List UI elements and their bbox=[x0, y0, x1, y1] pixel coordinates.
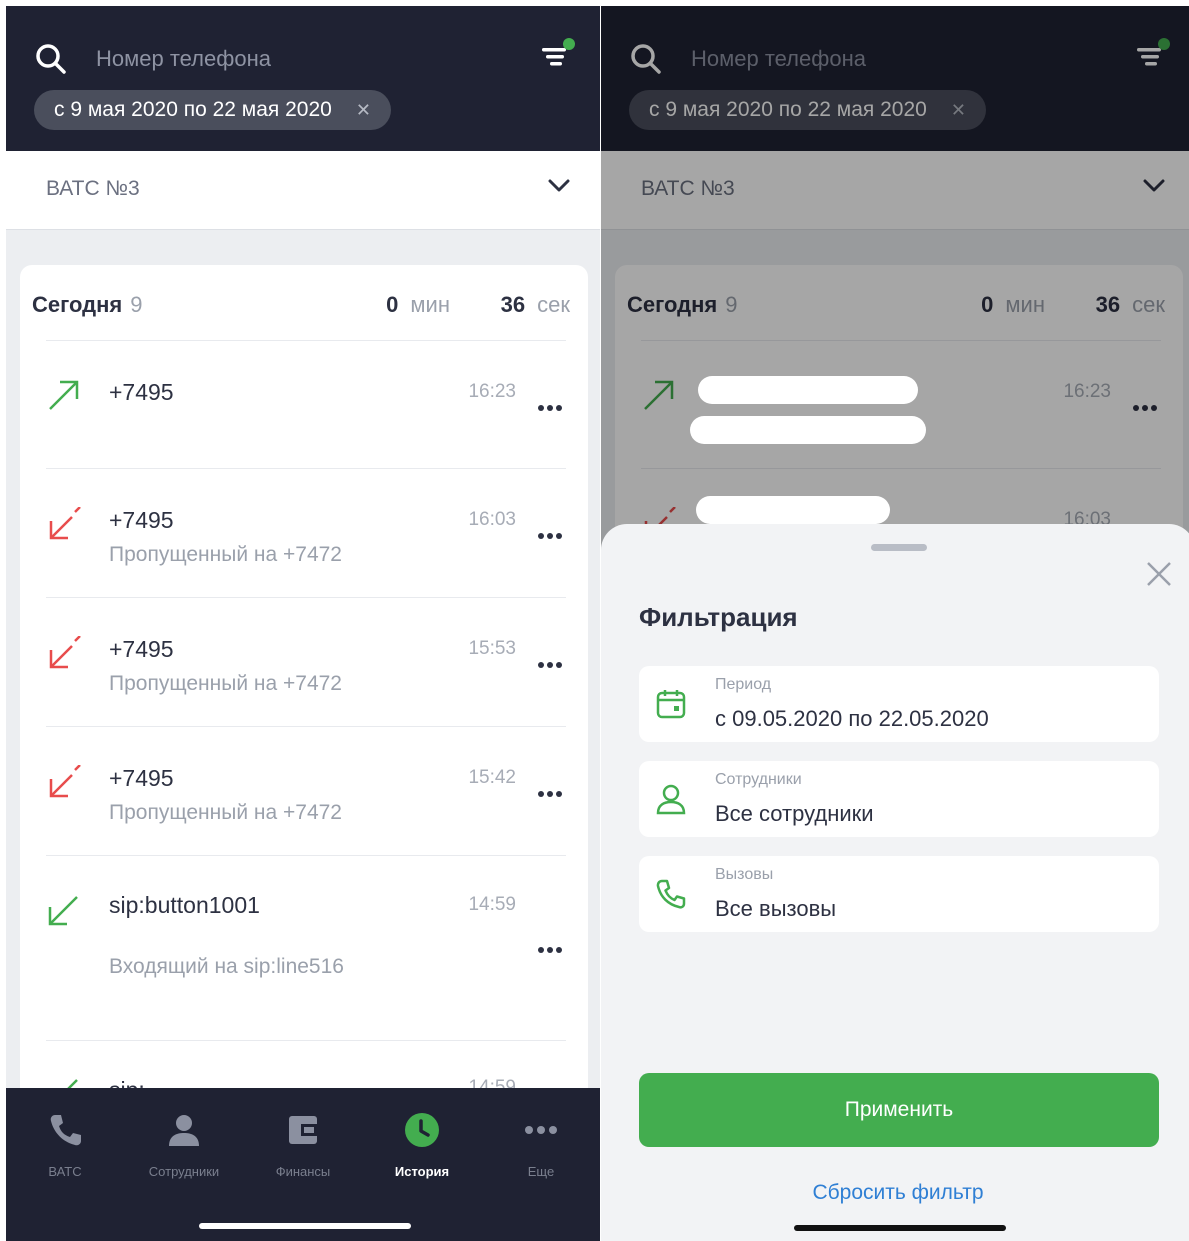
filter-sheet: Фильтрация Период с 09.05.2020 по 22.05.… bbox=[601, 524, 1189, 1241]
pbx-selector-label: ВАТС №3 bbox=[46, 177, 140, 200]
close-icon[interactable] bbox=[1145, 560, 1173, 588]
pbx-selector[interactable]: ВАТС №3 bbox=[6, 151, 600, 230]
call-note: Пропущенный на +7472 bbox=[109, 801, 342, 824]
tab-finance[interactable]: Финансы bbox=[244, 1088, 362, 1198]
call-history-screen: Номер телефона с 9 мая 2020 по 22 мая 20… bbox=[6, 6, 600, 1241]
reset-filter-link[interactable]: Сбросить фильтр bbox=[601, 1181, 1189, 1205]
calls-label: Вызовы bbox=[715, 866, 774, 883]
more-dots-icon bbox=[525, 1126, 557, 1134]
date-range-label: с 9 мая 2020 по 22 мая 2020 bbox=[54, 98, 332, 121]
more-options-icon[interactable] bbox=[538, 791, 566, 799]
redacted-number-bar bbox=[696, 496, 890, 524]
call-number: +7495 bbox=[109, 379, 174, 405]
call-note: Входящий на sip:line516 bbox=[109, 955, 344, 978]
incoming-call-icon bbox=[48, 896, 78, 926]
calls-value: Все вызовы bbox=[715, 896, 837, 921]
tab-label: Еще bbox=[527, 1164, 555, 1179]
sheet-grabber[interactable] bbox=[871, 544, 927, 551]
employees-field[interactable]: Сотрудники Все сотрудники bbox=[639, 761, 1159, 837]
filter-icon[interactable] bbox=[538, 36, 578, 76]
call-number: sip:button1001 bbox=[109, 892, 260, 918]
outgoing-call-icon bbox=[49, 380, 79, 410]
tab-pbx[interactable]: ВАТС bbox=[6, 1088, 124, 1198]
day-call-count: 9 bbox=[130, 292, 143, 317]
employees-label: Сотрудники bbox=[715, 771, 802, 788]
wallet-icon bbox=[289, 1116, 317, 1144]
duration-seconds: 36 сек bbox=[501, 292, 570, 318]
call-number: +7495 bbox=[109, 765, 174, 791]
period-field[interactable]: Период с 09.05.2020 по 22.05.2020 bbox=[639, 666, 1159, 742]
call-time: 15:42 bbox=[468, 767, 516, 788]
date-range-chip[interactable]: с 9 мая 2020 по 22 мая 2020 ✕ bbox=[34, 90, 391, 130]
home-indicator bbox=[794, 1225, 1006, 1231]
call-row[interactable]: +7495 Пропущенный на +7472 16:03 bbox=[46, 468, 566, 598]
more-options-icon[interactable] bbox=[538, 405, 566, 413]
home-indicator bbox=[199, 1223, 411, 1229]
minutes-value: 0 bbox=[386, 292, 399, 317]
phone-icon bbox=[50, 1115, 81, 1146]
tab-history[interactable]: История bbox=[363, 1088, 481, 1198]
tab-more[interactable]: Еще bbox=[482, 1088, 600, 1198]
tab-label: История bbox=[394, 1164, 450, 1179]
chevron-down-icon bbox=[548, 179, 570, 192]
more-options-icon[interactable] bbox=[538, 533, 566, 541]
missed-call-icon bbox=[49, 507, 81, 540]
seconds-unit: сек bbox=[537, 292, 570, 317]
calendar-icon bbox=[656, 690, 686, 719]
call-number: +7495 bbox=[109, 636, 174, 662]
call-time: 16:23 bbox=[468, 381, 516, 402]
call-number: +7495 bbox=[109, 507, 174, 533]
call-row[interactable]: sip:button1001 Входящий на sip:line516 1… bbox=[46, 855, 566, 1041]
call-row[interactable]: +7495 16:23 bbox=[46, 340, 566, 469]
apply-button[interactable]: Применить bbox=[639, 1073, 1159, 1147]
minutes-unit: мин bbox=[410, 292, 450, 317]
employees-value: Все сотрудники bbox=[715, 801, 874, 826]
tab-label: Сотрудники bbox=[148, 1164, 220, 1179]
person-outline-icon bbox=[656, 784, 686, 815]
phone-outline-icon bbox=[656, 879, 686, 909]
clock-icon bbox=[405, 1113, 439, 1147]
call-time: 14:59 bbox=[468, 894, 516, 915]
tab-employees[interactable]: Сотрудники bbox=[125, 1088, 243, 1198]
header-bar: Номер телефона с 9 мая 2020 по 22 мая 20… bbox=[6, 6, 600, 151]
sheet-title: Фильтрация bbox=[639, 602, 798, 632]
search-input[interactable]: Номер телефона bbox=[96, 46, 271, 72]
person-icon bbox=[169, 1115, 199, 1146]
clear-date-icon[interactable]: ✕ bbox=[356, 100, 371, 120]
day-header: Сегодня 9 0 мин 36 сек bbox=[32, 292, 570, 322]
call-row[interactable]: +7495 Пропущенный на +7472 15:53 bbox=[46, 597, 566, 727]
filter-screen: Номер телефона с 9 мая 2020 по 22 мая 20… bbox=[601, 6, 1189, 1241]
tab-bar: ВАТС Сотрудники Финансы История Еще bbox=[6, 1088, 600, 1241]
tab-label: ВАТС bbox=[48, 1164, 82, 1179]
missed-call-icon bbox=[49, 636, 81, 669]
call-time: 15:53 bbox=[468, 638, 516, 659]
call-note: Пропущенный на +7472 bbox=[109, 543, 342, 566]
redacted-number-bar bbox=[690, 416, 926, 444]
call-row[interactable]: +7495 Пропущенный на +7472 15:42 bbox=[46, 726, 566, 856]
tab-label: Финансы bbox=[275, 1164, 331, 1179]
more-options-icon[interactable] bbox=[538, 947, 566, 955]
duration-minutes: 0 мин bbox=[386, 292, 450, 318]
period-label: Период bbox=[715, 676, 772, 693]
missed-call-icon bbox=[49, 765, 81, 798]
calls-field[interactable]: Вызовы Все вызовы bbox=[639, 856, 1159, 932]
more-options-icon[interactable] bbox=[538, 662, 566, 670]
day-title: Сегодня bbox=[32, 292, 123, 317]
redacted-number-bar bbox=[698, 376, 918, 404]
call-note: Пропущенный на +7472 bbox=[109, 672, 342, 695]
call-time: 16:03 bbox=[468, 509, 516, 530]
seconds-value: 36 bbox=[500, 292, 526, 317]
search-icon[interactable] bbox=[34, 42, 68, 76]
period-value: с 09.05.2020 по 22.05.2020 bbox=[715, 706, 989, 731]
